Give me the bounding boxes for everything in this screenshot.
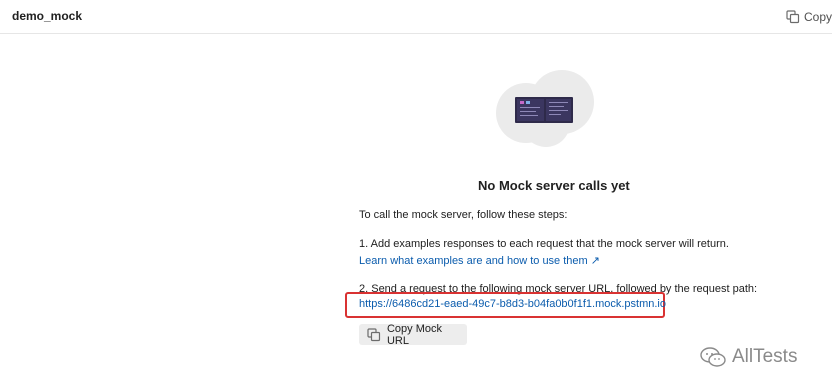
copy-icon (367, 327, 381, 341)
copy-icon (786, 10, 800, 24)
copy-mock-url-button[interactable]: Copy Mock URL (359, 322, 467, 347)
watermark: AllTests (700, 346, 797, 368)
mock-server-url-link[interactable]: https://6486cd21-eaed-49c7-b8d3-b04fa0b0… (359, 298, 666, 310)
step-1-text: 1. Add examples responses to each reques… (359, 238, 729, 250)
server-illustration-icon (496, 70, 594, 147)
learn-examples-link[interactable]: Learn what examples are and how to use t… (359, 254, 600, 267)
top-bar: demo_mock Copy U (0, 0, 832, 34)
watermark-text: AllTests (732, 346, 798, 367)
instructions-intro: To call the mock server, follow these st… (359, 209, 568, 221)
copy-url-label: Copy U (804, 10, 832, 24)
wechat-icon (700, 347, 726, 367)
copy-mock-url-label: Copy Mock URL (386, 322, 443, 347)
copy-url-button[interactable]: Copy U (786, 8, 832, 26)
empty-state-heading: No Mock server calls yet (478, 178, 630, 193)
page-title: demo_mock (12, 9, 83, 23)
